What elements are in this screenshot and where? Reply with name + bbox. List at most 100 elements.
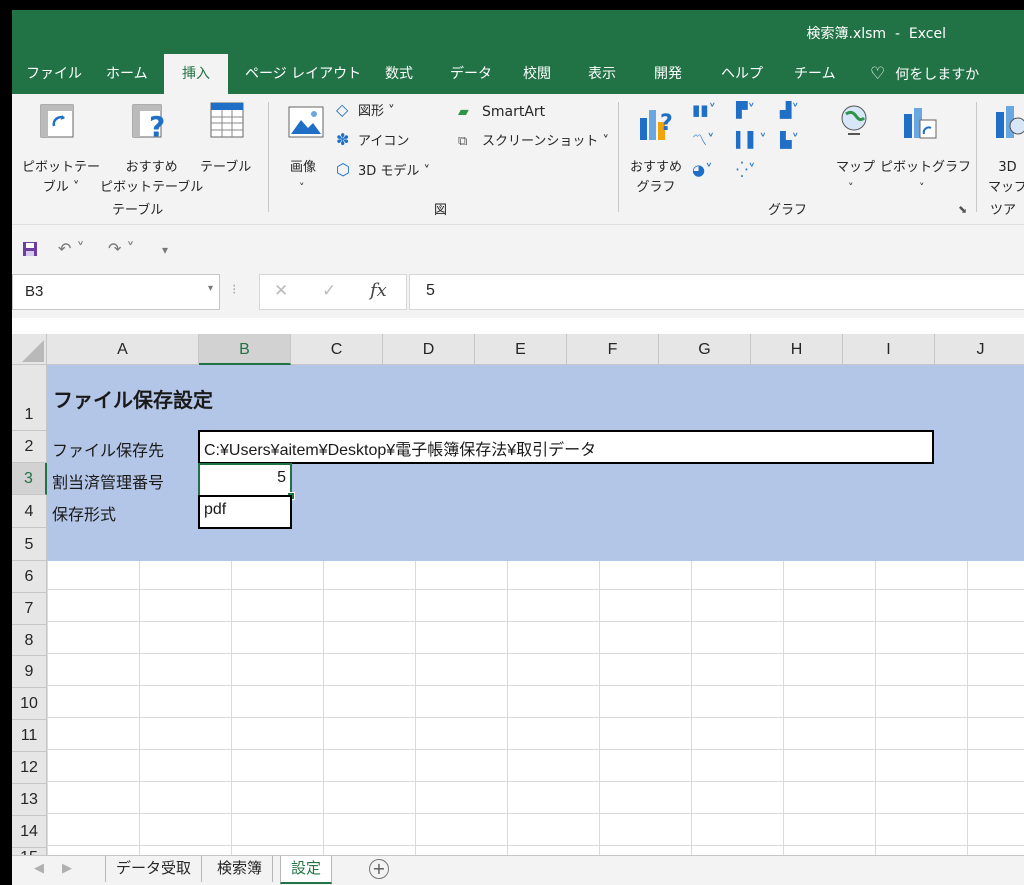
icons-button[interactable]: アイコン xyxy=(358,132,409,152)
save-icon[interactable] xyxy=(22,241,38,257)
cell-a2[interactable]: ファイル保存先 xyxy=(52,437,164,461)
column-header-c[interactable]: C xyxy=(291,334,383,365)
row-header-9[interactable]: 9 xyxy=(12,656,47,688)
row-header-4[interactable]: 4 xyxy=(12,495,47,528)
tab-review[interactable]: 校閲 xyxy=(523,54,551,94)
column-header-g[interactable]: G xyxy=(659,334,751,365)
statistic-chart-icon[interactable]: ▍▌˅ xyxy=(736,130,767,150)
tab-developer[interactable]: 開発 xyxy=(654,54,682,94)
row-header-5[interactable]: 5 xyxy=(12,528,47,561)
row-header-7[interactable]: 7 xyxy=(12,593,47,625)
name-box[interactable]: B3 ▾ xyxy=(12,274,220,310)
column-header-e[interactable]: E xyxy=(475,334,567,365)
undo-icon[interactable]: ↶ ˅ xyxy=(58,239,85,258)
row-header-1[interactable]: 1 xyxy=(12,365,47,431)
select-all-button[interactable] xyxy=(12,334,47,365)
row-header-13[interactable]: 13 xyxy=(12,784,47,816)
cell-a4[interactable]: 保存形式 xyxy=(52,501,116,525)
title-bar: 検索簿.xlsm - Excel xyxy=(12,10,1024,54)
scatter-chart-icon[interactable]: ⁛˅ xyxy=(736,160,755,180)
smartart-button[interactable]: SmartArt xyxy=(482,102,545,122)
pie-chart-icon[interactable]: ◕˅ xyxy=(692,160,713,180)
row-header-3[interactable]: 3 xyxy=(12,463,47,495)
add-sheet-icon[interactable]: + xyxy=(369,859,389,879)
column-header-i[interactable]: I xyxy=(843,334,935,365)
tab-insert[interactable]: 挿入 xyxy=(164,54,228,96)
3d-map-button[interactable]: 3D マップ xyxy=(988,158,1024,198)
row-header-12[interactable]: 12 xyxy=(12,752,47,784)
sheet-tab-search[interactable]: 検索簿 xyxy=(207,856,274,882)
enter-icon[interactable]: ✓ xyxy=(322,281,336,301)
insert-function-icon[interactable]: fx xyxy=(370,280,387,301)
table-button[interactable]: テーブル xyxy=(200,158,251,178)
cell-a3[interactable]: 割当済管理番号 xyxy=(52,469,164,493)
shapes-button[interactable]: 図形 ˅ xyxy=(358,102,395,122)
pivot-chart-button[interactable]: ピボットグラフ xyxy=(880,158,971,178)
column-header-d[interactable]: D xyxy=(383,334,475,365)
column-chart-icon[interactable]: ▮▮˅ xyxy=(692,100,716,120)
row-header-11[interactable]: 11 xyxy=(12,720,47,752)
tab-view[interactable]: 表示 xyxy=(588,54,616,94)
tab-file[interactable]: ファイル xyxy=(26,54,82,94)
tab-team[interactable]: チーム xyxy=(794,54,836,94)
worksheet-grid[interactable]: A B C D E F G H I J 1 2 3 4 5 6 7 8 9 10… xyxy=(12,318,1024,855)
recommended-pivot-button[interactable]: おすすめ ピボットテーブル xyxy=(100,158,203,198)
line-chart-icon[interactable]: 〽˅ xyxy=(692,130,715,150)
row-header-6[interactable]: 6 xyxy=(12,561,47,593)
cell-b2[interactable]: C:¥Users¥aitem¥Desktop¥電子帳簿保存法¥取引データ xyxy=(198,430,934,464)
3d-model-button[interactable]: 3D モデル ˅ xyxy=(358,162,430,182)
cancel-icon[interactable]: ✕ xyxy=(274,281,288,301)
image-dropdown[interactable]: ˅ xyxy=(299,178,305,198)
tab-formulas[interactable]: 数式 xyxy=(385,54,413,94)
3d-model-icon: ⬡ xyxy=(336,160,350,179)
tab-data[interactable]: データ xyxy=(450,54,492,94)
image-button[interactable]: 画像 xyxy=(290,158,316,178)
row-header-2[interactable]: 2 xyxy=(12,431,47,463)
scroll-right-icon[interactable]: ▶ xyxy=(62,861,72,876)
tab-home[interactable]: ホーム xyxy=(106,54,148,94)
column-header-a[interactable]: A xyxy=(47,334,199,365)
table-icon xyxy=(210,102,244,138)
tab-help[interactable]: ヘルプ xyxy=(721,54,763,94)
row-header-14[interactable]: 14 xyxy=(12,816,47,848)
cell-a1[interactable]: ファイル保存設定 xyxy=(53,384,213,413)
tab-page-layout[interactable]: ページ レイアウト xyxy=(245,54,361,94)
column-header-b[interactable]: B xyxy=(199,334,291,365)
excel-window: 検索簿.xlsm - Excel ファイル ホーム 挿入 ページ レイアウト 数… xyxy=(12,10,1024,885)
scroll-left-icon[interactable]: ◀ xyxy=(34,861,44,876)
customize-qat-icon[interactable]: ▾ xyxy=(162,243,168,257)
row-header-15[interactable]: 15 xyxy=(12,848,47,855)
ribbon-tabs: ファイル ホーム 挿入 ページ レイアウト 数式 データ 校閲 表示 開発 ヘル… xyxy=(12,54,1024,96)
column-header-h[interactable]: H xyxy=(751,334,843,365)
hierarchy-chart-icon[interactable]: ▛˅ xyxy=(736,100,755,120)
column-header-f[interactable]: F xyxy=(567,334,659,365)
map-icon xyxy=(841,105,867,135)
map-button[interactable]: マップ xyxy=(836,158,875,178)
chevron-down-icon[interactable]: ▾ xyxy=(208,283,213,294)
sheet-tab-settings[interactable]: 設定 xyxy=(280,856,333,884)
icons-icon: ✽ xyxy=(336,130,350,149)
pivot-chart-dropdown[interactable]: ˅ xyxy=(919,178,925,198)
sheet-tab-data-receive[interactable]: データ受取 xyxy=(105,856,203,882)
row-header-8[interactable]: 8 xyxy=(12,625,47,656)
formula-input[interactable]: 5 xyxy=(409,274,1024,310)
pivot-table-button[interactable]: ピボットテー ブル ˅ xyxy=(22,158,100,198)
tell-me-label: 何をしますか xyxy=(895,67,980,83)
row-header-10[interactable]: 10 xyxy=(12,688,47,720)
formula-splitter-icon[interactable]: ⁝ xyxy=(232,282,236,298)
combo-chart-icon[interactable]: ▙˅ xyxy=(780,130,799,150)
waterfall-chart-icon[interactable]: ▟˅ xyxy=(780,100,799,120)
tell-me-search[interactable]: ♡ 何をしますか xyxy=(870,54,979,94)
cell-b4-value: pdf xyxy=(204,501,227,518)
pivot-table-icon xyxy=(40,104,74,138)
cell-b4[interactable]: pdf xyxy=(198,495,292,529)
dialog-launcher-icon[interactable]: ⬊ xyxy=(958,200,967,220)
active-cell-border xyxy=(198,463,292,497)
screenshot-button[interactable]: スクリーンショット ˅ xyxy=(482,132,609,152)
column-header-j[interactable]: J xyxy=(935,334,1024,365)
map-dropdown[interactable]: ˅ xyxy=(848,178,854,198)
recommended-chart-button[interactable]: おすすめ グラフ xyxy=(630,158,682,198)
screenshot-icon: ⧉ xyxy=(458,134,468,149)
formula-bar: B3 ▾ ⁝ ✕ ✓ fx 5 xyxy=(12,274,1024,318)
redo-icon[interactable]: ↷ ˅ xyxy=(108,239,135,258)
